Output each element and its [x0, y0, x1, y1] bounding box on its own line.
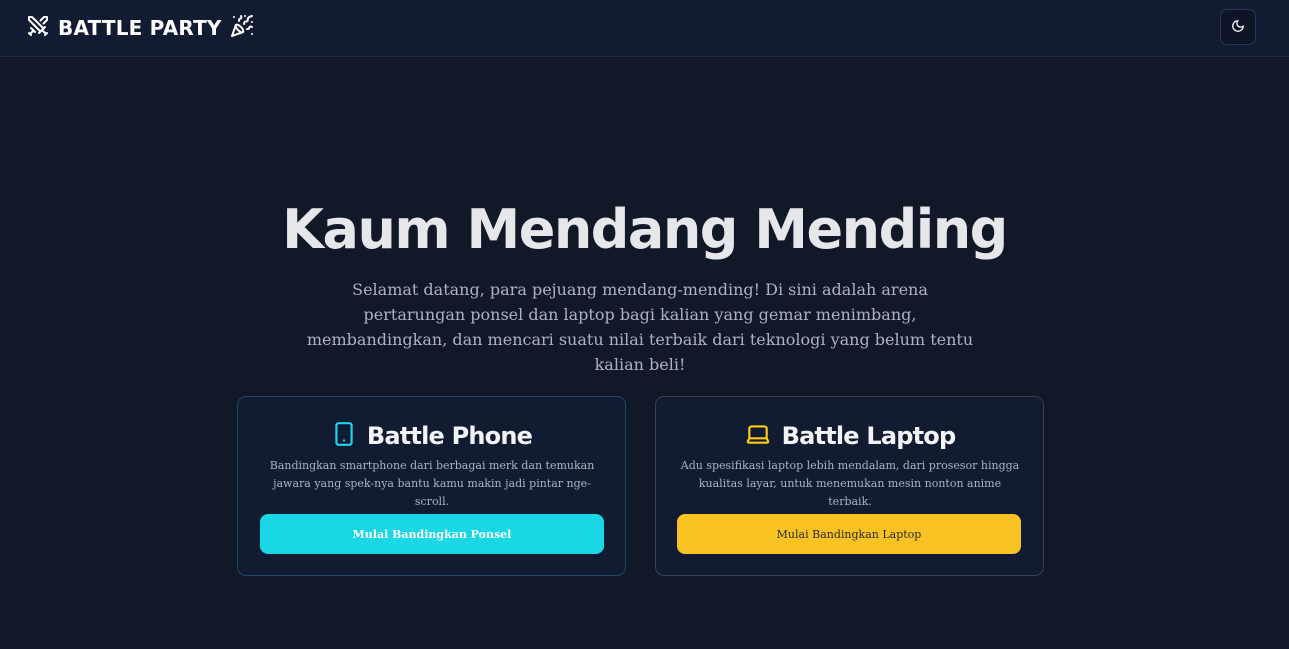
brand-logo[interactable]: BATTLE PARTY — [26, 14, 254, 42]
battle-laptop-description: Adu spesifikasi laptop lebih mendalam, d… — [680, 459, 1020, 508]
battle-phone-title: Battle Phone — [366, 422, 533, 450]
laptop-icon — [744, 421, 772, 451]
theme-toggle-button[interactable] — [1220, 9, 1256, 45]
hero-title: Kaum Mendang Mending — [282, 198, 1008, 261]
battle-laptop-title: Battle Laptop — [781, 422, 957, 450]
start-compare-laptop-button[interactable]: Mulai Bandingkan Laptop — [677, 514, 1021, 554]
swords-icon — [26, 14, 50, 42]
battle-phone-description: Bandingkan smartphone dari berbagai merk… — [269, 459, 595, 508]
battle-laptop-card: Battle Laptop Adu spesifikasi laptop leb… — [655, 396, 1044, 576]
battle-phone-card: Battle Phone Bandingkan smartphone dari … — [237, 396, 626, 576]
party-popper-icon — [230, 14, 254, 42]
moon-icon — [1231, 19, 1245, 36]
hero-subtitle: Selamat datang, para pejuang mendang-men… — [306, 280, 974, 374]
smartphone-icon — [331, 420, 357, 452]
top-navbar: BATTLE PARTY — [0, 0, 1289, 57]
start-compare-phone-button[interactable]: Mulai Bandingkan Ponsel — [260, 514, 604, 554]
brand-title: BATTLE PARTY — [58, 16, 222, 40]
battle-laptop-header: Battle Laptop — [656, 419, 1043, 453]
battle-phone-header: Battle Phone — [238, 419, 625, 453]
